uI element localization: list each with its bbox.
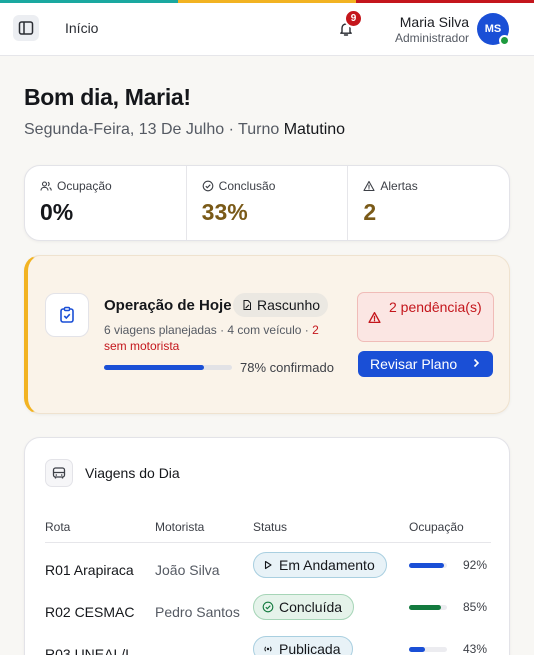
occupancy-fill xyxy=(409,605,442,610)
stat-alertas: Alertas 2 xyxy=(348,166,509,240)
table-header-divider xyxy=(45,542,491,543)
draft-badge: Rascunho xyxy=(233,293,329,317)
cell-motorista: João Silva xyxy=(155,562,220,578)
cell-rota: R01 Arapiraca xyxy=(45,562,134,578)
users-icon xyxy=(40,181,52,191)
occupancy-value: 92% xyxy=(463,558,488,572)
file-edit-icon xyxy=(243,300,251,310)
date-text: Segunda-Feira, 13 De Julho · Turno xyxy=(24,121,284,138)
header-motorista[interactable]: Motorista xyxy=(155,520,204,534)
occupancy-value: 85% xyxy=(463,600,488,614)
table-row[interactable]: R02 CESMAC Pedro Santos Concluída 85% xyxy=(25,592,509,634)
status-badge: Publicada xyxy=(253,636,353,655)
date-shift-line: Segunda-Feira, 13 De Julho · Turno Matut… xyxy=(24,121,345,139)
warning-icon xyxy=(363,180,375,192)
broadcast-icon xyxy=(264,646,272,652)
stat-label: Ocupação xyxy=(57,179,112,193)
online-status-dot xyxy=(499,35,510,46)
stat-ocupacao: Ocupação 0% xyxy=(25,166,187,240)
shift-text: Matutino xyxy=(283,121,346,138)
cell-motorista: Pedro Santos xyxy=(155,604,240,620)
occupancy-fill xyxy=(409,647,426,652)
stat-conclusao: Conclusão 33% xyxy=(187,166,349,240)
cell-rota: R03 UNEAL/I... xyxy=(45,646,141,655)
review-plan-label: Revisar Plano xyxy=(370,356,458,372)
confirmation-progress-bar xyxy=(104,365,232,370)
operation-summary: 6 viagens planejadas · 4 com veículo · xyxy=(104,323,313,337)
cell-motorista: — xyxy=(155,646,169,655)
progress-label: 78% confirmado xyxy=(240,360,334,375)
sidebar-toggle-button[interactable] xyxy=(13,15,39,41)
review-plan-button[interactable]: Revisar Plano xyxy=(358,351,493,377)
table-row[interactable]: R01 Arapiraca João Silva Em Andamento 92… xyxy=(25,550,509,592)
breadcrumb[interactable]: Início xyxy=(65,20,98,36)
stat-value: 0% xyxy=(40,199,74,225)
trips-title: Viagens do Dia xyxy=(85,465,180,481)
play-icon xyxy=(264,560,272,570)
table-row[interactable]: R03 UNEAL/I... — Publicada 43% xyxy=(25,634,509,655)
stat-label: Conclusão xyxy=(218,179,276,193)
status-badge: Em Andamento xyxy=(253,552,387,578)
operation-title: Operação de Hoje xyxy=(104,297,232,314)
bus-icon xyxy=(45,459,73,487)
stat-value: 33% xyxy=(201,199,248,225)
occupancy-bar xyxy=(409,647,447,652)
page-title: Bom dia, Maria! xyxy=(24,84,191,110)
status-label: Concluída xyxy=(279,599,343,615)
stat-label: Alertas xyxy=(380,179,418,193)
occupancy-bar xyxy=(409,563,447,568)
top-bar: Início 9 Maria Silva Administrador MS xyxy=(0,3,534,56)
stat-value: 2 xyxy=(363,199,377,225)
check-circle-icon xyxy=(262,601,274,613)
cell-rota: R02 CESMAC xyxy=(45,604,135,620)
sidebar-icon xyxy=(18,21,34,35)
notification-count-badge: 9 xyxy=(344,9,363,28)
status-label: Publicada xyxy=(279,641,341,655)
draft-badge-label: Rascunho xyxy=(257,297,321,313)
pending-alert[interactable]: 2 pendência(s) xyxy=(357,292,494,342)
operation-card: Operação de Hoje Rascunho 6 viagens plan… xyxy=(24,255,510,414)
occupancy-value: 43% xyxy=(463,642,488,655)
occupancy-fill xyxy=(409,563,444,568)
trips-card: Viagens do Dia Rota Motorista Status Ocu… xyxy=(24,437,510,655)
user-info[interactable]: Maria Silva Administrador xyxy=(395,14,469,46)
operation-description: 6 viagens planejadas · 4 com veículo · 2… xyxy=(104,322,344,354)
user-name: Maria Silva xyxy=(399,14,469,30)
header-rota[interactable]: Rota xyxy=(45,520,70,534)
status-label: Em Andamento xyxy=(279,557,375,573)
pending-count-text: 2 pendência(s) xyxy=(389,299,482,315)
header-ocupacao[interactable]: Ocupação xyxy=(409,520,464,534)
progress-fill xyxy=(104,365,204,370)
stats-card: Ocupação 0% Conclusão 33% Alertas 2 xyxy=(24,165,510,241)
status-badge: Concluída xyxy=(253,594,355,620)
chevron-right-icon xyxy=(473,358,480,368)
occupancy-bar xyxy=(409,605,447,610)
warning-icon xyxy=(368,311,381,324)
header-status[interactable]: Status xyxy=(253,520,287,534)
user-role: Administrador xyxy=(394,31,469,45)
check-circle-icon xyxy=(202,180,214,192)
clipboard-check-icon xyxy=(45,293,89,337)
